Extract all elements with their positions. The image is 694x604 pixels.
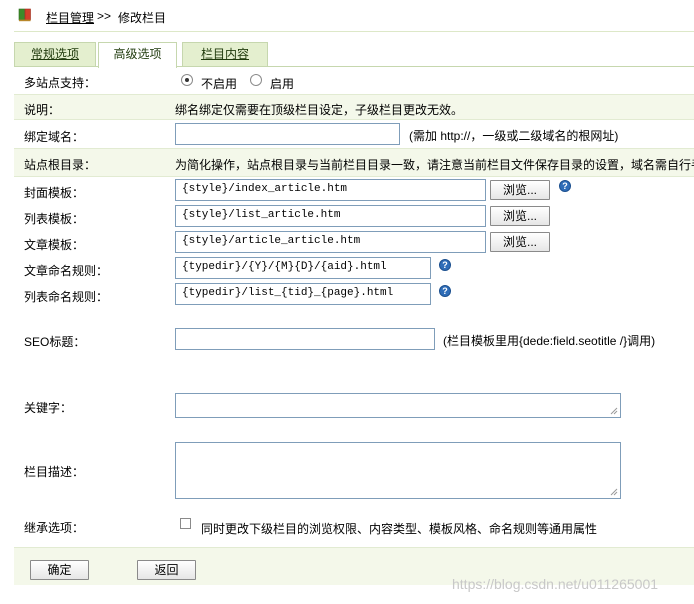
row-keywords: 关键字： bbox=[14, 380, 694, 430]
tab-label: 栏目内容 bbox=[200, 47, 249, 61]
radio-disable-label: 不启用 bbox=[201, 77, 238, 91]
radio-enable-label: 启用 bbox=[270, 77, 295, 91]
siteroot-label: 站点根目录： bbox=[24, 158, 97, 172]
cover-template-label: 封面模板： bbox=[24, 186, 85, 200]
tab-bar: 常规选项 高级选项 栏目内容 bbox=[14, 42, 694, 68]
breadcrumb-link[interactable]: 栏目管理 bbox=[46, 9, 94, 26]
note-label: 说明： bbox=[24, 103, 61, 117]
row-list-rule: 列表命名规则： {typedir}/list_{tid}_{page}.html… bbox=[14, 281, 694, 307]
book-icon bbox=[18, 8, 32, 25]
inherit-checkbox-label: 同时更改下级栏目的浏览权限、内容类型、模板风格、命名规则等通用属性 bbox=[201, 522, 598, 536]
description-textarea[interactable] bbox=[175, 442, 621, 499]
radio-enable[interactable] bbox=[250, 74, 262, 86]
resize-grip-icon[interactable] bbox=[609, 406, 618, 415]
tab-general[interactable]: 常规选项 bbox=[14, 42, 96, 67]
domain-label: 绑定域名： bbox=[24, 130, 85, 144]
article-browse-button[interactable]: 浏览... bbox=[490, 232, 550, 252]
article-template-input[interactable]: {style}/article_article.htm bbox=[175, 231, 486, 253]
row-list-template: 列表模板： {style}/list_article.htm 浏览... bbox=[14, 203, 694, 229]
domain-input[interactable] bbox=[175, 123, 400, 145]
ok-button[interactable]: 确定 bbox=[30, 560, 89, 580]
inherit-label: 继承选项： bbox=[24, 521, 85, 535]
tab-advanced[interactable]: 高级选项 bbox=[98, 42, 177, 68]
row-article-rule: 文章命名规则： {typedir}/{Y}/{M}{D}/{aid}.html … bbox=[14, 255, 694, 281]
header: 栏目管理 >> 修改栏目 bbox=[0, 0, 694, 32]
row-description: 栏目描述： bbox=[14, 440, 694, 504]
domain-hint: (需加 http://，一级或二级域名的根网址) bbox=[409, 129, 619, 143]
header-divider bbox=[14, 31, 694, 32]
list-rule-label: 列表命名规则： bbox=[24, 290, 109, 304]
siteroot-text: 为简化操作，站点根目录与当前栏目目录一致，请注意当前栏目文件保存目录的设置，域名… bbox=[175, 158, 694, 172]
row-cover-template: 封面模板： {style}/index_article.htm 浏览... ? bbox=[14, 177, 694, 203]
help-icon[interactable]: ? bbox=[439, 259, 451, 271]
row-inherit: 继承选项： 同时更改下级栏目的浏览权限、内容类型、模板风格、命名规则等通用属性 bbox=[14, 510, 694, 540]
note-text: 绑名绑定仅需要在顶级栏目设定，子级栏目更改无效。 bbox=[175, 103, 464, 117]
tab-label: 高级选项 bbox=[113, 47, 162, 61]
row-article-template: 文章模板： {style}/article_article.htm 浏览... bbox=[14, 229, 694, 255]
watermark: https://blog.csdn.net/u011265001 bbox=[452, 576, 659, 592]
cover-browse-button[interactable]: 浏览... bbox=[490, 180, 550, 200]
list-browse-button[interactable]: 浏览... bbox=[490, 206, 550, 226]
list-rule-input[interactable]: {typedir}/list_{tid}_{page}.html bbox=[175, 283, 431, 305]
tab-label: 常规选项 bbox=[30, 47, 79, 61]
inherit-checkbox[interactable] bbox=[180, 518, 191, 529]
back-button[interactable]: 返回 bbox=[137, 560, 196, 580]
keywords-textarea[interactable] bbox=[175, 393, 621, 418]
multisite-label: 多站点支持： bbox=[24, 76, 97, 90]
help-icon[interactable]: ? bbox=[439, 285, 451, 297]
seo-title-label: SEO标题： bbox=[24, 335, 86, 349]
seo-title-hint: (栏目模板里用{dede:field.seotitle /}调用) bbox=[443, 334, 656, 348]
row-multisite: 多站点支持： 不启用 启用 bbox=[14, 67, 694, 94]
help-icon[interactable]: ? bbox=[559, 180, 571, 192]
keywords-label: 关键字： bbox=[24, 401, 73, 415]
resize-grip-icon[interactable] bbox=[609, 487, 618, 496]
breadcrumb-current: 修改栏目 bbox=[118, 11, 167, 25]
row-seo-title: SEO标题： (栏目模板里用{dede:field.seotitle /}调用) bbox=[14, 315, 694, 363]
tab-content[interactable]: 栏目内容 bbox=[182, 42, 268, 67]
row-note: 说明： 绑名绑定仅需要在顶级栏目设定，子级栏目更改无效。 bbox=[14, 95, 694, 119]
breadcrumb-separator: >> bbox=[97, 9, 112, 23]
article-template-label: 文章模板： bbox=[24, 238, 85, 252]
article-rule-input[interactable]: {typedir}/{Y}/{M}{D}/{aid}.html bbox=[175, 257, 431, 279]
row-domain: 绑定域名： (需加 http://，一级或二级域名的根网址) bbox=[14, 120, 694, 148]
list-template-label: 列表模板： bbox=[24, 212, 85, 226]
row-siteroot: 站点根目录： 为简化操作，站点根目录与当前栏目目录一致，请注意当前栏目文件保存目… bbox=[14, 149, 694, 176]
description-label: 栏目描述： bbox=[24, 465, 85, 479]
article-rule-label: 文章命名规则： bbox=[24, 264, 109, 278]
list-template-input[interactable]: {style}/list_article.htm bbox=[175, 205, 486, 227]
seo-title-input[interactable] bbox=[175, 328, 435, 350]
cover-template-input[interactable]: {style}/index_article.htm bbox=[175, 179, 486, 201]
radio-disable[interactable] bbox=[181, 74, 193, 86]
